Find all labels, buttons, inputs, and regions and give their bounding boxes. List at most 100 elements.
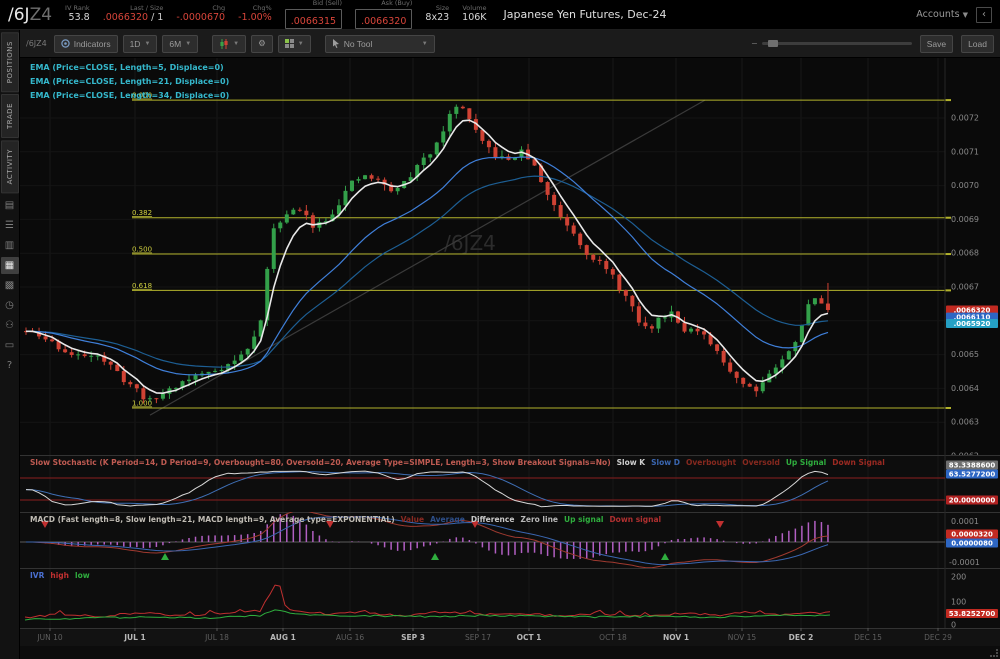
ema-label: EMA (Price=CLOSE, Length=21, Displace=0): [30, 77, 230, 86]
date-tick: AUG 1: [270, 633, 296, 642]
chevron-down-icon: ▼: [962, 11, 968, 19]
quote-field-value: 8x23: [425, 11, 450, 23]
instrument-title: Japanese Yen Futures, Dec-24: [503, 8, 667, 21]
sidebar-tab-positions[interactable]: POSITIONS: [0, 32, 19, 93]
date-tick: JUN 10: [36, 633, 62, 642]
panel-title: Slow Stochastic (K Period=14, D Period=9…: [30, 458, 611, 467]
chart-stack: EMA (Price=CLOSE, Length=5, Displace=0) E…: [20, 58, 1000, 659]
zoom-slider-handle[interactable]: [767, 40, 778, 47]
gear-icon: ⚙: [258, 38, 266, 48]
svg-text:0.0072: 0.0072: [951, 114, 979, 123]
svg-text:0.0000080: 0.0000080: [951, 540, 993, 548]
svg-text:0.0067: 0.0067: [951, 283, 979, 292]
accounts-dropdown[interactable]: Accounts ▼: [916, 9, 968, 20]
chevron-down-icon: ▼: [233, 40, 240, 47]
topbar-right: Accounts ▼ ‹: [916, 6, 992, 23]
quote-field-chg: Chg -.0000670: [176, 4, 226, 23]
save-button[interactable]: Save: [919, 34, 954, 53]
range-dropdown[interactable]: 6M ▼: [162, 34, 199, 53]
legend-item: Zero line: [520, 515, 558, 524]
quote-field-value: 106K: [462, 11, 487, 23]
resize-grip[interactable]: [990, 649, 998, 657]
svg-text:83.3388600: 83.3388600: [949, 462, 996, 470]
help-icon[interactable]: ?: [1, 357, 19, 374]
accounts-label: Accounts: [916, 9, 960, 20]
quote-field-last-size: Last / Size .0066320 / 1: [103, 4, 164, 23]
svg-text:0.0070: 0.0070: [951, 181, 979, 190]
legend-item: low: [75, 571, 90, 580]
quote-field-volume: Volume 106K: [462, 4, 487, 23]
indicators-label: Indicators: [73, 38, 111, 49]
time-axis-svg[interactable]: JUN 10 JUL 1 JUL 18 AUG 1 AUG 16 SEP 3 SEP 17 O…: [20, 628, 1000, 646]
legend-item: Overbought: [686, 458, 737, 467]
price-chart-svg[interactable]: /6JZ40.0000.3820.5000.6181.0000.00720.00…: [20, 58, 1000, 455]
charts-icon[interactable]: ▦: [0, 256, 19, 274]
quote-field-value: -.0000670: [176, 11, 226, 23]
quote-field-iv-rank: IV Rank 53.8: [65, 4, 90, 23]
time-zoom-slider[interactable]: −: [751, 39, 912, 48]
svg-text:100: 100: [951, 598, 966, 607]
chart-type-dropdown[interactable]: ▼: [212, 34, 247, 53]
svg-text:0.0000320: 0.0000320: [951, 531, 993, 539]
sidebar-tab-activity[interactable]: ACTIVITY: [0, 140, 19, 194]
svg-text:0.0063: 0.0063: [951, 418, 979, 427]
quote-field-value: -1.00%: [238, 11, 272, 23]
date-tick: JUL 18: [204, 633, 229, 642]
journal-icon[interactable]: ▥: [1, 237, 19, 254]
svg-text:200: 200: [951, 573, 966, 582]
date-tick: SEP 3: [401, 633, 425, 642]
load-button[interactable]: Load: [961, 34, 994, 53]
svg-text:-0.0001: -0.0001: [949, 558, 980, 567]
legend-item: Up signal: [564, 515, 604, 524]
quote-field-bid-sell-[interactable]: Bid (Sell) .0066315: [284, 0, 343, 29]
quote-field-label: Ask (Buy): [381, 0, 413, 8]
chart-settings-button[interactable]: ⚙: [251, 34, 273, 53]
left-sidebar: POSITIONS TRADE ACTIVITY ▤ ☰ ▥ ▦ ▩ ◷ ⚇ ▭?: [0, 30, 20, 659]
quote-field-value: 53.8: [68, 11, 90, 23]
svg-text:20.0000000: 20.0000000: [949, 497, 996, 505]
legend-item: Average: [430, 515, 465, 524]
quote-field-ask-buy-[interactable]: Ask (Buy) .0066320: [355, 0, 413, 29]
period-dropdown[interactable]: 1D ▼: [122, 34, 158, 53]
quote-bar: /6JZ4 IV Rank 53.8 Last / Size .0066320 / 1…: [0, 0, 1000, 30]
symbol-sub: Z4: [29, 4, 53, 25]
legend-item: Down Signal: [832, 458, 885, 467]
toolbar-symbol-label: /6JZ4: [26, 39, 47, 48]
zoom-slider-track[interactable]: [761, 40, 912, 47]
chevron-down-icon: ▼: [185, 40, 192, 47]
quote-field-size: Size 8x23: [425, 4, 450, 23]
legend-item: Slow D: [651, 458, 681, 467]
legend-item: Difference: [470, 515, 515, 524]
drawing-tool-dropdown[interactable]: No Tool ▼: [324, 34, 435, 53]
quote-field-value: .0066315: [290, 15, 337, 27]
symbol-logo: /6JZ4: [8, 5, 52, 25]
svg-text:0.0068: 0.0068: [951, 249, 979, 258]
chat-icon[interactable]: ▭: [1, 337, 19, 354]
layout-dropdown[interactable]: ▼: [277, 34, 311, 53]
svg-text:0.0069: 0.0069: [951, 215, 979, 224]
history-clock-icon[interactable]: ◷: [1, 297, 19, 314]
date-tick: DEC 2: [789, 633, 814, 642]
trading-platform-window: /6JZ4 IV Rank 53.8 Last / Size .0066320 / 1…: [0, 0, 1000, 659]
range-value: 6M: [169, 38, 182, 49]
tool-label: No Tool: [343, 38, 373, 49]
collapse-panel-button[interactable]: ‹: [976, 6, 992, 23]
legend-item: Slow K: [616, 458, 646, 467]
indicators-button[interactable]: Indicators: [53, 34, 118, 53]
date-tick: DEC 29: [924, 633, 952, 642]
svg-text:1.000: 1.000: [132, 400, 152, 408]
svg-text:53.8252700: 53.8252700: [949, 610, 996, 618]
ivr-panel-svg[interactable]: 200 100 0 53.8252700: [20, 568, 1000, 628]
date-tick: NOV 15: [728, 633, 757, 642]
watchlist-icon[interactable]: ▤: [1, 197, 19, 214]
quote-fields: IV Rank 53.8 Last / Size .0066320 / 1 Chg -.0…: [65, 0, 487, 29]
sidebar-tab-trade[interactable]: TRADE: [0, 94, 19, 139]
ema-study-labels: EMA (Price=CLOSE, Length=5, Displace=0) E…: [30, 61, 229, 103]
indicators-icon: [61, 39, 70, 48]
candlestick-icon: [220, 38, 228, 49]
community-icon[interactable]: ⚇: [1, 317, 19, 334]
menu-icon[interactable]: ☰: [1, 217, 19, 234]
panel-title: MACD (Fast length=8, Slow length=21, MAC…: [30, 515, 395, 524]
apps-grid-icon[interactable]: ▩: [1, 277, 19, 294]
panel-title: IVR: [30, 571, 45, 580]
